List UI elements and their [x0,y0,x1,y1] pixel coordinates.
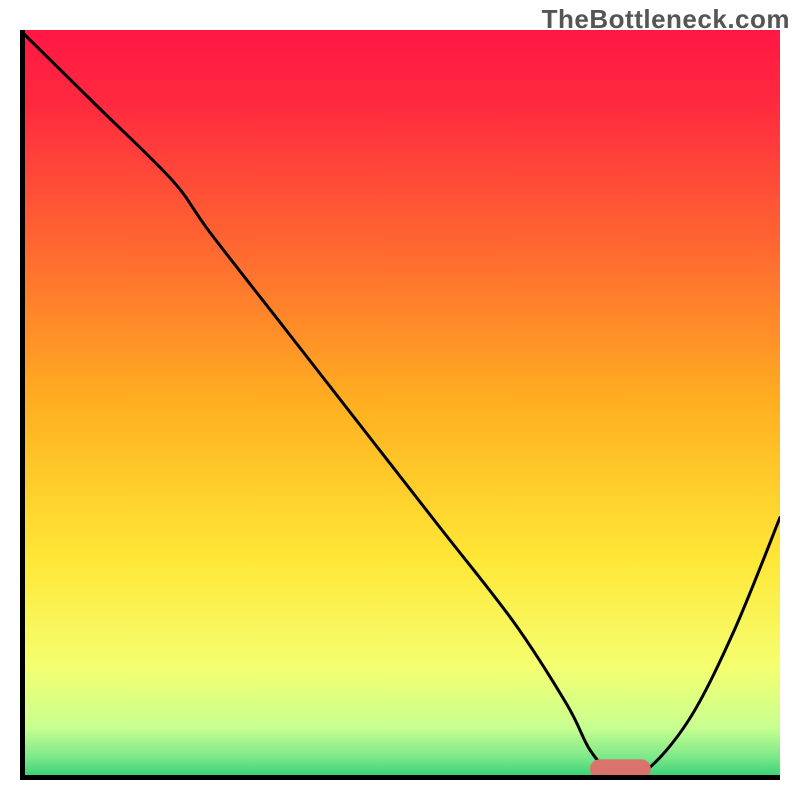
bottleneck-chart: TheBottleneck.com [0,0,800,800]
watermark-text: TheBottleneck.com [542,4,790,35]
plot-svg [20,30,780,780]
optimal-range-marker [590,759,651,778]
plot-area [20,30,780,780]
